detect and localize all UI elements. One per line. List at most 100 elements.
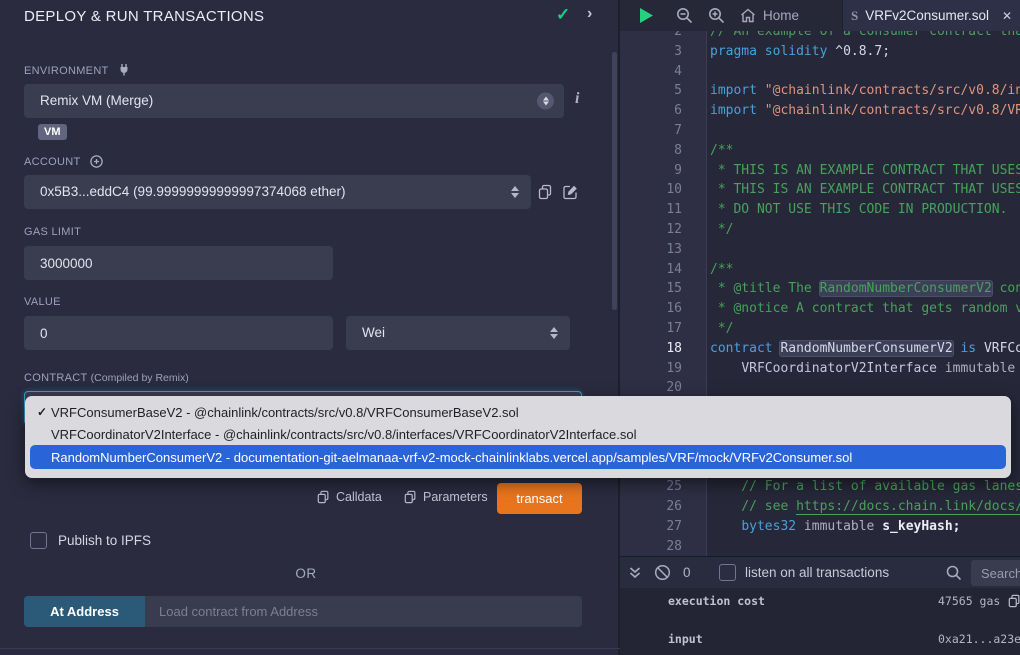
value-unit-select[interactable]: Wei bbox=[346, 316, 570, 350]
select-caret-icon bbox=[550, 327, 558, 339]
parameters-label: Parameters bbox=[423, 490, 488, 504]
line-number: 9 bbox=[620, 161, 682, 181]
terminal-row-value: 47565 gas bbox=[938, 594, 1000, 608]
value-label: VALUE bbox=[24, 296, 61, 308]
deploy-run-panel: DEPLOY & RUN TRANSACTIONS ✓ › ENVIRONMEN… bbox=[0, 0, 620, 655]
terminal-search-input[interactable] bbox=[971, 560, 1020, 586]
publish-ipfs-checkbox[interactable] bbox=[30, 532, 47, 549]
edit-account-icon[interactable] bbox=[563, 184, 579, 200]
line-number: 15 bbox=[620, 279, 682, 299]
line-number: 2 bbox=[620, 31, 682, 42]
code-line: 19 VRFCoordinatorV2Interface immutable C… bbox=[620, 359, 1020, 379]
value-input[interactable] bbox=[24, 316, 333, 350]
code-text: pragma solidity ^0.8.7; bbox=[710, 42, 890, 62]
code-text: VRFCoordinatorV2Interface immutable COOR… bbox=[710, 359, 1020, 379]
line-number: 6 bbox=[620, 101, 682, 121]
select-caret-icon bbox=[537, 93, 554, 110]
value-unit: Wei bbox=[362, 325, 385, 340]
at-address-button[interactable]: At Address bbox=[24, 596, 145, 627]
code-line: 14/** bbox=[620, 260, 1020, 280]
transact-button[interactable]: transact bbox=[497, 483, 582, 514]
line-number: 13 bbox=[620, 240, 682, 260]
code-line: 27 bytes32 immutable s_keyHash; bbox=[620, 517, 1020, 537]
tab-home-label: Home bbox=[763, 8, 799, 23]
close-tab-icon[interactable]: ✕ bbox=[1002, 9, 1012, 23]
line-number: 8 bbox=[620, 141, 682, 161]
tab-home[interactable]: Home bbox=[732, 0, 807, 31]
code-line: 3pragma solidity ^0.8.7; bbox=[620, 42, 1020, 62]
terminal-toolbar: 0 listen on all transactions bbox=[620, 556, 1020, 588]
expand-terminal-chevrons-icon[interactable] bbox=[628, 566, 642, 580]
code-text: contract RandomNumberConsumerV2 is VRFCo… bbox=[710, 339, 1020, 359]
compile-success-check-icon: ✓ bbox=[556, 5, 570, 25]
line-number: 18 bbox=[620, 339, 682, 359]
code-text: import "@chainlink/contracts/src/v0.8/VR… bbox=[710, 101, 1020, 121]
copy-account-icon[interactable] bbox=[538, 184, 553, 200]
gas-limit-label: GAS LIMIT bbox=[24, 226, 81, 238]
code-text: // see https://docs.chain.link/docs/vrf-… bbox=[710, 497, 1020, 517]
code-text: * @title The RandomNumberConsumerV2 cont… bbox=[710, 279, 1020, 299]
copy-parameters-icon bbox=[404, 490, 417, 504]
contract-option-1[interactable]: VRFCoordinatorV2Interface - @chainlink/c… bbox=[30, 423, 1006, 445]
environment-value: Remix VM (Merge) bbox=[40, 93, 153, 108]
publish-ipfs-label: Publish to IPFS bbox=[58, 533, 151, 548]
code-line: 13 bbox=[620, 240, 1020, 260]
zoom-in-icon[interactable] bbox=[708, 7, 725, 24]
listen-all-transactions-checkbox[interactable] bbox=[719, 564, 736, 581]
plug-icon bbox=[118, 63, 130, 76]
line-number: 14 bbox=[620, 260, 682, 280]
code-line: 15 * @title The RandomNumberConsumerV2 c… bbox=[620, 279, 1020, 299]
copy-value-icon[interactable] bbox=[1008, 594, 1020, 608]
collapse-panel-chevron-icon[interactable]: › bbox=[587, 5, 592, 23]
vm-badge: VM bbox=[38, 124, 67, 140]
code-line: 25 // For a list of available gas lanes … bbox=[620, 477, 1020, 497]
clear-console-ban-icon[interactable] bbox=[654, 564, 671, 581]
code-text: import "@chainlink/contracts/src/v0.8/in… bbox=[710, 81, 1020, 101]
terminal-search-icon[interactable] bbox=[946, 565, 962, 581]
calldata-label: Calldata bbox=[336, 490, 382, 504]
code-line: 12 */ bbox=[620, 220, 1020, 240]
code-line: 18 contract RandomNumberConsumerV2 is VRF… bbox=[620, 339, 1020, 359]
panel-scrollbar[interactable] bbox=[612, 52, 617, 310]
line-number: 19 bbox=[620, 359, 682, 379]
line-number: 25 bbox=[620, 477, 682, 497]
add-account-plus-icon[interactable] bbox=[90, 155, 103, 168]
line-number: 28 bbox=[620, 537, 682, 556]
contract-label: CONTRACT (Compiled by Remix) bbox=[24, 372, 189, 384]
account-select[interactable]: 0x5B3...eddC4 (99.99999999999997374068 e… bbox=[24, 175, 531, 209]
terminal-row: input0xa21...a23e4 bbox=[620, 632, 1020, 646]
account-value: 0x5B3...eddC4 (99.99999999999997374068 e… bbox=[40, 184, 346, 199]
line-number: 4 bbox=[620, 62, 682, 82]
code-text: * DO NOT USE THIS CODE IN PRODUCTION. bbox=[710, 200, 1007, 220]
code-text: * THIS IS AN EXAMPLE CONTRACT THAT USES … bbox=[710, 161, 1020, 181]
run-script-play-icon[interactable] bbox=[638, 7, 654, 24]
code-line: 7 bbox=[620, 121, 1020, 141]
or-divider-label: OR bbox=[0, 566, 612, 581]
gas-limit-input[interactable] bbox=[24, 246, 333, 280]
contract-option-2[interactable]: RandomNumberConsumerV2 - documentation-g… bbox=[30, 445, 1006, 469]
calldata-action[interactable]: Calldata bbox=[317, 490, 382, 504]
code-text: * THIS IS AN EXAMPLE CONTRACT THAT USES … bbox=[710, 180, 1020, 200]
code-line: 11 * DO NOT USE THIS CODE IN PRODUCTION. bbox=[620, 200, 1020, 220]
contract-option-label: VRFCoordinatorV2Interface - @chainlink/c… bbox=[51, 427, 636, 442]
panel-divider bbox=[0, 648, 620, 649]
select-caret-icon bbox=[511, 186, 519, 198]
at-address-input[interactable] bbox=[145, 596, 582, 627]
contract-option-0[interactable]: ✓VRFConsumerBaseV2 - @chainlink/contract… bbox=[30, 401, 1006, 423]
zoom-out-icon[interactable] bbox=[676, 7, 693, 24]
line-number: 26 bbox=[620, 497, 682, 517]
parameters-action[interactable]: Parameters bbox=[404, 490, 488, 504]
environment-select[interactable]: Remix VM (Merge) bbox=[24, 84, 564, 118]
tab-vrfv2consumer-label: VRFv2Consumer.sol bbox=[865, 8, 989, 23]
line-number: 10 bbox=[620, 180, 682, 200]
environment-info-icon[interactable]: i bbox=[575, 90, 579, 108]
code-line: 17 */ bbox=[620, 319, 1020, 339]
environment-label: ENVIRONMENT bbox=[24, 63, 130, 77]
code-text: bytes32 immutable s_keyHash; bbox=[710, 517, 960, 537]
tab-vrfv2consumer[interactable]: S VRFv2Consumer.sol ✕ bbox=[842, 0, 1020, 31]
option-checkmark-icon: ✓ bbox=[37, 405, 51, 419]
home-icon bbox=[740, 8, 756, 23]
contract-option-label: VRFConsumerBaseV2 - @chainlink/contracts… bbox=[51, 405, 519, 420]
contract-label-note: (Compiled by Remix) bbox=[91, 372, 189, 384]
terminal-output: execution cost47565 gasinput0xa21...a23e… bbox=[620, 588, 1020, 655]
